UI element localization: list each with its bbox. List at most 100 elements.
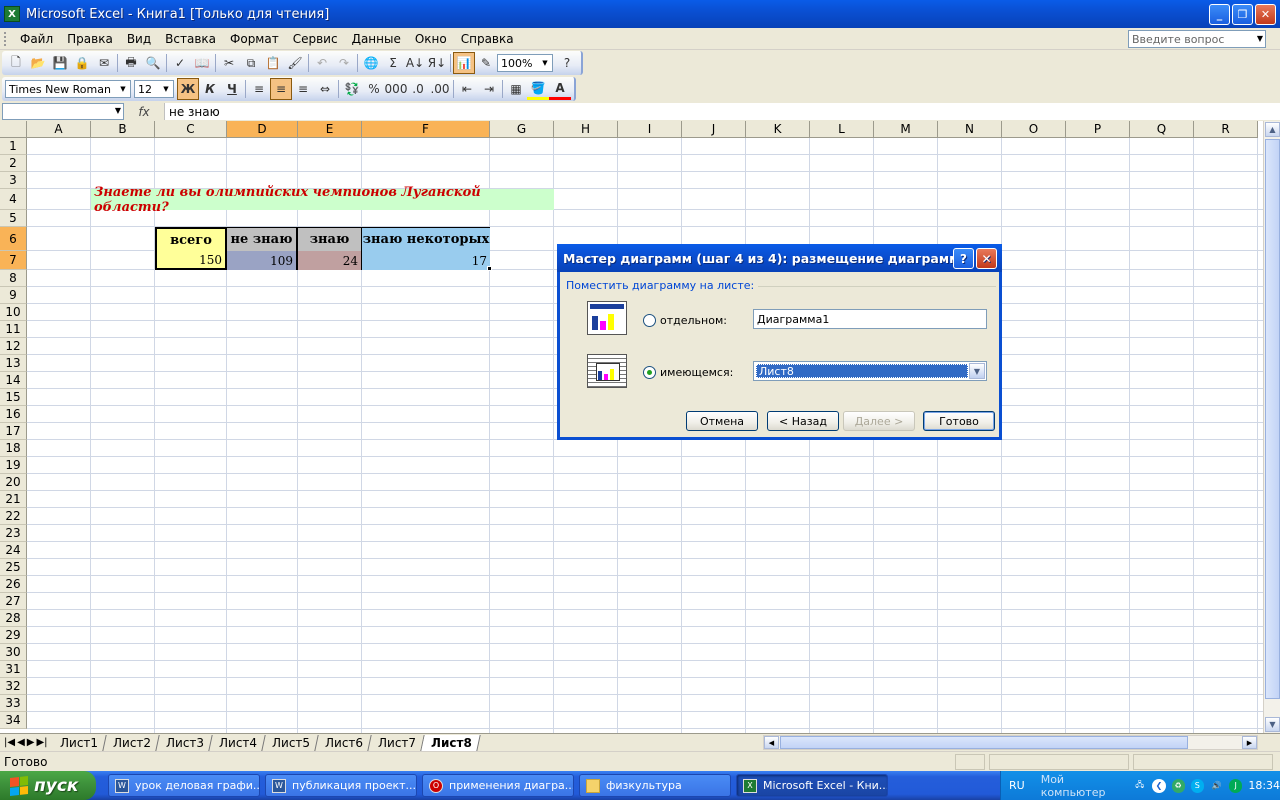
taskbar-item[interactable]: физкультура [579,774,731,797]
row-header-22[interactable]: 22 [0,508,27,525]
decrease-indent-icon[interactable]: ⇤ [456,78,478,100]
drawing-icon[interactable]: ✎ [475,52,497,74]
row-header-16[interactable]: 16 [0,406,27,423]
row-header-17[interactable]: 17 [0,423,27,440]
borders-icon[interactable]: ▦ [505,78,527,100]
align-center-icon[interactable]: ≡ [270,78,292,100]
menu-tools[interactable]: Сервис [286,32,345,46]
row-header-12[interactable]: 12 [0,338,27,355]
sheet-tab[interactable]: Лист4 [208,734,266,751]
sort-asc-icon[interactable]: A↓ [404,52,426,74]
column-header-I[interactable]: I [618,121,682,138]
chevron-down-icon[interactable]: ▼ [969,363,985,379]
row-header-11[interactable]: 11 [0,321,27,338]
underline-button[interactable]: Ч [221,78,243,100]
ask-question-input[interactable]: Введите вопрос ▼ [1128,30,1266,48]
column-header-F[interactable]: F [362,121,490,138]
value-total[interactable]: 150 [155,251,227,270]
header-know[interactable]: знаю [298,227,362,251]
sheet-tab-active[interactable]: Лист8 [421,734,481,751]
language-indicator[interactable]: RU [1009,779,1025,792]
row-header-31[interactable]: 31 [0,661,27,678]
row-header-26[interactable]: 26 [0,576,27,593]
row-header-28[interactable]: 28 [0,610,27,627]
column-header-L[interactable]: L [810,121,874,138]
sort-desc-icon[interactable]: Я↓ [426,52,448,74]
value-dont-know[interactable]: 109 [227,251,298,270]
zoom-select[interactable]: 100% ▼ [497,54,553,72]
sheet-tab[interactable]: Лист2 [102,734,160,751]
row-header-5[interactable]: 5 [0,210,27,227]
value-know[interactable]: 24 [298,251,362,270]
radio-existing-sheet[interactable] [643,366,656,379]
column-header-H[interactable]: H [554,121,618,138]
print-icon[interactable]: 🖶 [120,52,142,74]
chart-wizard-icon[interactable]: 📊 [453,52,475,74]
back-icon[interactable]: ❮ [1152,778,1166,793]
undo-icon[interactable]: ↶ [311,52,333,74]
chevron-down-icon[interactable]: ▼ [115,106,121,115]
row-header-34[interactable]: 34 [0,712,27,729]
row-header-24[interactable]: 24 [0,542,27,559]
menu-insert[interactable]: Вставка [158,32,223,46]
menu-data[interactable]: Данные [345,32,408,46]
radio-separate-sheet[interactable] [643,314,656,327]
taskbar-item[interactable]: Wпубликация проект... [265,774,417,797]
row-header-9[interactable]: 9 [0,287,27,304]
increase-indent-icon[interactable]: ⇥ [478,78,500,100]
increase-decimal-icon[interactable]: .0 [407,78,429,100]
menu-view[interactable]: Вид [120,32,158,46]
row-header-18[interactable]: 18 [0,440,27,457]
row-header-29[interactable]: 29 [0,627,27,644]
minimize-button[interactable]: _ [1209,4,1230,25]
font-color-icon[interactable]: A [549,78,571,100]
sheet-tab[interactable]: Лист5 [262,734,319,751]
row-header-32[interactable]: 32 [0,678,27,695]
my-computer-label[interactable]: Мой компьютер [1041,773,1127,799]
spelling-icon[interactable]: ✓ [169,52,191,74]
new-icon[interactable]: 🗋 [5,52,27,74]
restore-button[interactable]: ❐ [1232,4,1253,25]
row-header-14[interactable]: 14 [0,372,27,389]
row-header-25[interactable]: 25 [0,559,27,576]
row-header-15[interactable]: 15 [0,389,27,406]
cut-icon[interactable]: ✂ [218,52,240,74]
header-dont-know[interactable]: не знаю [227,227,298,251]
name-box[interactable]: ▼ [2,103,124,120]
scroll-up-icon[interactable]: ▲ [1265,122,1280,137]
row-header-2[interactable]: 2 [0,155,27,172]
question-cell[interactable]: Знаете ли вы олимпийских чемпионов Луган… [91,185,554,215]
column-header-D[interactable]: D [227,121,298,138]
hyperlink-icon[interactable]: 🌐 [360,52,382,74]
cancel-button[interactable]: Отмена [686,411,758,431]
row-header-20[interactable]: 20 [0,474,27,491]
column-header-C[interactable]: C [155,121,227,138]
scroll-down-icon[interactable]: ▼ [1265,717,1280,732]
menu-help[interactable]: Справка [454,32,521,46]
column-header-P[interactable]: P [1066,121,1130,138]
horizontal-scrollbar[interactable]: ◀ ▶ [763,735,1258,750]
grip-handle[interactable] [4,31,7,46]
save-icon[interactable]: 💾 [49,52,71,74]
sheet-tab[interactable]: Лист7 [368,734,425,751]
font-size-select[interactable]: 12 ▼ [134,80,174,98]
column-header-G[interactable]: G [490,121,554,138]
email-icon[interactable]: ✉ [93,52,115,74]
merge-center-icon[interactable]: ⇔ [314,78,336,100]
menu-window[interactable]: Окно [408,32,454,46]
taskbar-item[interactable]: Oприменения диагра... [422,774,574,797]
row-header-1[interactable]: 1 [0,138,27,155]
row-header-4[interactable]: 4 [0,189,27,210]
radio-separate-label[interactable]: отдельном: [660,314,727,327]
research-icon[interactable]: 📖 [191,52,213,74]
scroll-left-icon[interactable]: ◀ [764,736,779,749]
format-painter-icon[interactable]: 🖌 [284,52,306,74]
decrease-decimal-icon[interactable]: .00 [429,78,451,100]
column-header-Q[interactable]: Q [1130,121,1194,138]
next-button[interactable]: Далее > [843,411,915,431]
font-select[interactable]: Times New Roman ▼ [5,80,131,98]
column-header-O[interactable]: O [1002,121,1066,138]
chevron-down-icon[interactable]: ▼ [1257,34,1263,43]
radio-existing-label[interactable]: имеющемся: [660,366,733,379]
fill-color-icon[interactable]: 🪣 [527,78,549,100]
